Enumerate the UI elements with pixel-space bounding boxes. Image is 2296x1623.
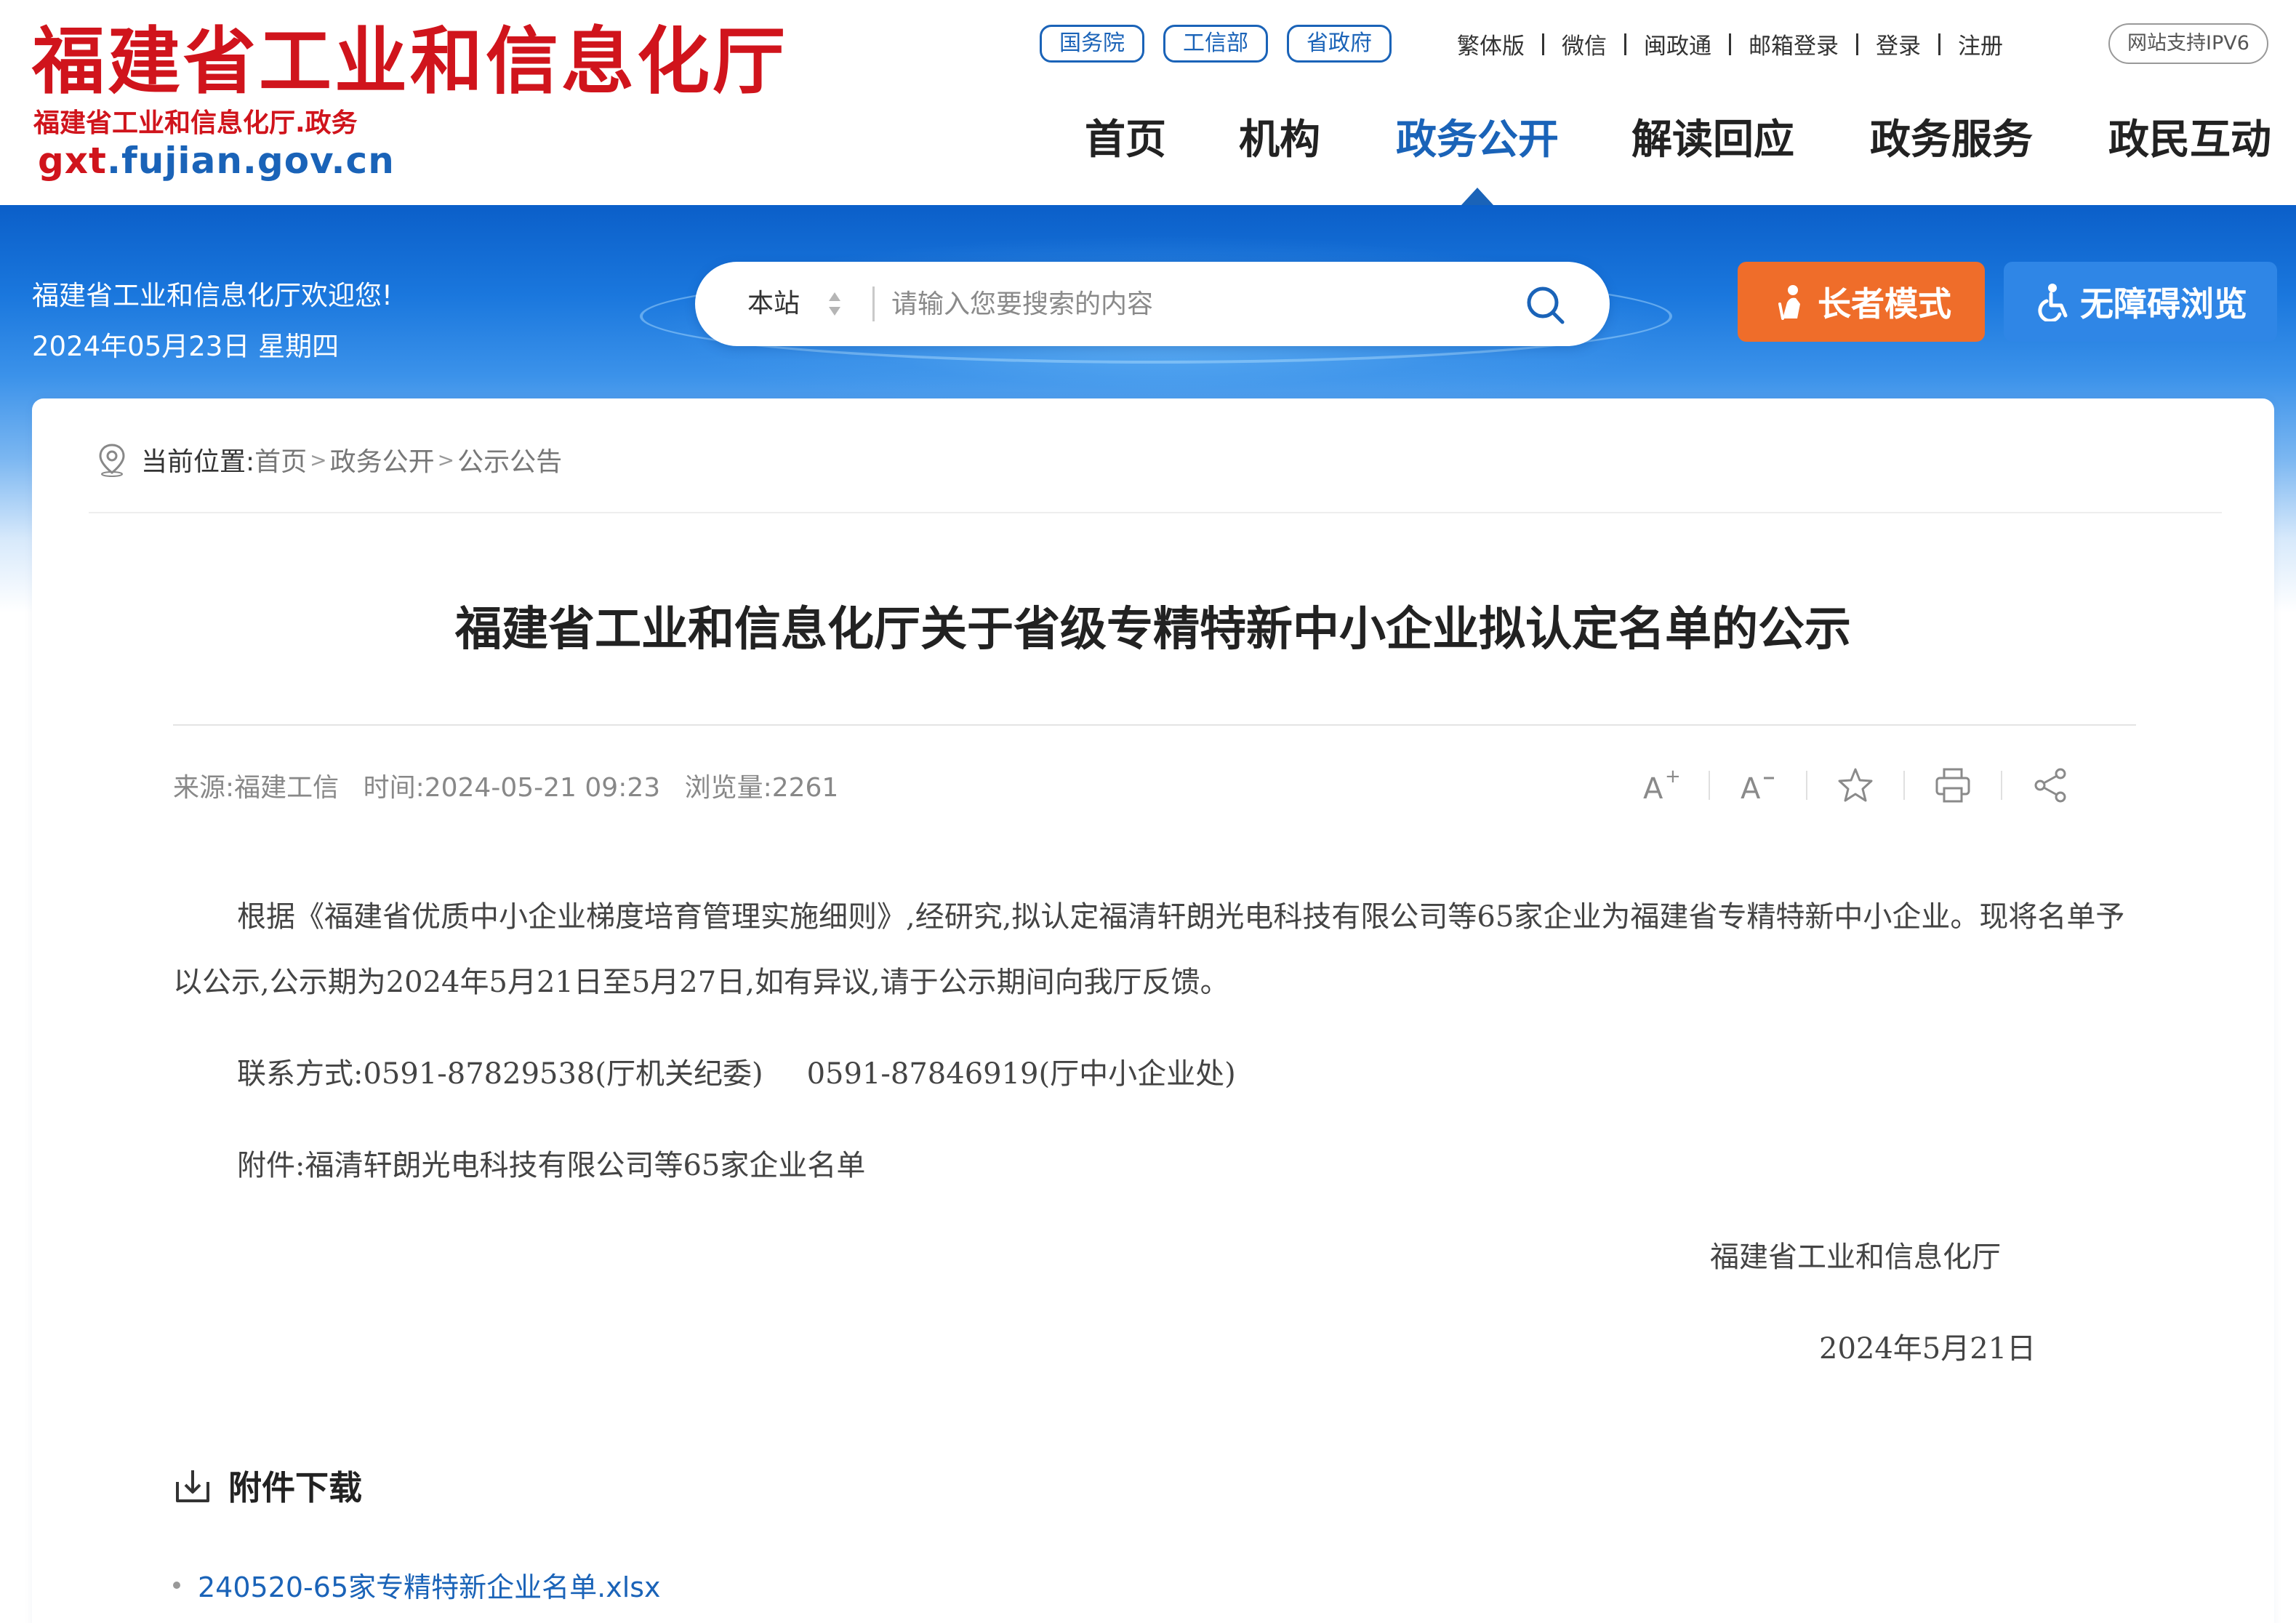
link-state-council[interactable]: 国务院 [1040,25,1144,63]
accessibility-label: 无障碍浏览 [2080,284,2247,324]
link-login[interactable]: 登录 [1876,28,1921,60]
nav-home[interactable]: 首页 [1085,115,1166,166]
location-pin-icon [99,444,125,477]
wheelchair-icon [2038,284,2068,321]
active-nav-pointer [1461,188,1493,205]
svg-text:A: A [1741,772,1761,806]
article-meta: 来源:福建工信 时间:2024-05-21 09:23 浏览量:2261 [173,766,854,810]
divider [1709,771,1710,800]
divider [1903,771,1905,800]
article-source: 来源:福建工信 [173,773,340,803]
search-icon[interactable] [1524,284,1568,327]
font-decrease-icon[interactable]: A [1736,764,1780,807]
current-date: 2024年05月23日 星期四 [32,331,340,362]
divider [872,286,875,321]
article-paragraph: 根据《福建省优质中小企业梯度培育管理实施细则》,经研究,拟认定福清轩朗光电科技有… [173,900,2125,999]
main-nav: 首页 机构 政务公开 解读回应 政务服务 政民互动 [0,115,2296,166]
svg-text:+: + [1665,766,1681,788]
elder-person-icon [1778,285,1800,320]
site-header: 福建省工业和信息化厅 福建省工业和信息化厅.政务 gxt.fujian.gov.… [0,0,2296,205]
divider [1729,33,1731,55]
breadcrumb-label: 当前位置: [141,447,255,477]
breadcrumb-separator: > [437,447,455,472]
article-views: 浏览量:2261 [684,773,839,803]
star-icon[interactable] [1834,764,1877,807]
ipv6-badge: 网站支持IPV6 [2108,23,2268,64]
breadcrumb-announcements[interactable]: 公示公告 [457,441,562,478]
nav-gov-affairs[interactable]: 政务公开 [1396,115,1559,166]
utility-links: 繁体版 微信 闽政通 邮箱登录 登录 注册 [1457,28,2003,60]
link-wechat[interactable]: 微信 [1562,28,1607,60]
search-input[interactable] [891,276,1458,332]
article-title: 福建省工业和信息化厅关于省级专精特新中小企业拟认定名单的公示 [455,603,1851,657]
link-mail-login[interactable]: 邮箱登录 [1749,28,1839,60]
list-item: 240520-65家专精特新企业名单.xlsx [173,1565,661,1605]
gov-links: 国务院 工信部 省政府 [1040,25,1392,63]
link-miit[interactable]: 工信部 [1163,25,1268,63]
sort-arrows-icon[interactable] [827,291,842,317]
signoff-date: 2024年5月21日 [1819,1332,2036,1366]
attachment-file-link[interactable]: 240520-65家专精特新企业名单.xlsx [198,1565,661,1605]
nav-interaction[interactable]: 政民互动 [2108,115,2271,166]
divider [1542,33,1544,55]
breadcrumb-home[interactable]: 首页 [254,441,307,478]
search-box: 本站 [695,262,1610,346]
link-register[interactable]: 注册 [1958,28,2003,60]
search-scope-select[interactable]: 本站 [747,262,800,346]
download-heading-label: 附件下载 [228,1468,362,1507]
contact-info: 联系方式:0591-87829538(厅机关纪委) 0591-87846919(厅… [237,1041,1236,1107]
bullet [173,1581,180,1589]
contact-primary: 联系方式:0591-87829538(厅机关纪委) [237,1057,763,1091]
link-province-gov[interactable]: 省政府 [1287,25,1392,63]
nav-interpretation[interactable]: 解读回应 [1631,115,1794,166]
download-icon [176,1470,209,1502]
elder-mode-label: 长者模式 [1818,284,1951,324]
signoff-organization: 福建省工业和信息化厅 [1710,1241,2001,1274]
article-tools: A + A [1639,764,2072,807]
divider [1624,33,1626,55]
attachment-note: 附件:福清轩朗光电科技有限公司等65家企业名单 [237,1149,866,1182]
divider [1938,33,1940,55]
divider [173,724,2136,726]
link-minzhengtong[interactable]: 闽政通 [1644,28,1711,60]
attachment-download-heading: 附件下载 [173,1462,362,1510]
print-icon[interactable] [1931,764,1975,807]
welcome-text: 福建省工业和信息化厅欢迎您! [32,280,393,311]
divider [1856,33,1858,55]
breadcrumb-separator: > [310,447,327,472]
elder-mode-button[interactable]: 长者模式 [1738,262,1985,342]
contact-secondary: 0591-87846919(厅中小企业处) [806,1057,1236,1091]
link-traditional[interactable]: 繁体版 [1457,28,1525,60]
article-time: 时间:2024-05-21 09:23 [363,773,661,803]
share-icon[interactable] [2028,764,2072,807]
accessibility-button[interactable]: 无障碍浏览 [2004,262,2277,342]
welcome-block: 福建省工业和信息化厅欢迎您! 2024年05月23日 星期四 [32,270,393,372]
nav-institutions[interactable]: 机构 [1239,115,1320,166]
breadcrumb-gov-affairs[interactable]: 政务公开 [330,441,435,478]
nav-services[interactable]: 政务服务 [1870,115,2033,166]
divider [1806,771,1807,800]
content-card: 当前位置: 首页 > 政务公开 > 公示公告 福建省工业和信息化厅关于省级专精特… [32,398,2274,1623]
site-logo-title[interactable]: 福建省工业和信息化厅 [32,25,788,97]
article-body: 根据《福建省优质中小企业梯度培育管理实施细则》,经研究,拟认定福清轩朗光电科技有… [173,884,2136,1015]
font-increase-icon[interactable]: A + [1639,764,1682,807]
divider [89,512,2222,513]
divider [2001,771,2002,800]
breadcrumb: 当前位置: 首页 > 政务公开 > 公示公告 [96,438,562,481]
svg-text:A: A [1643,772,1663,806]
